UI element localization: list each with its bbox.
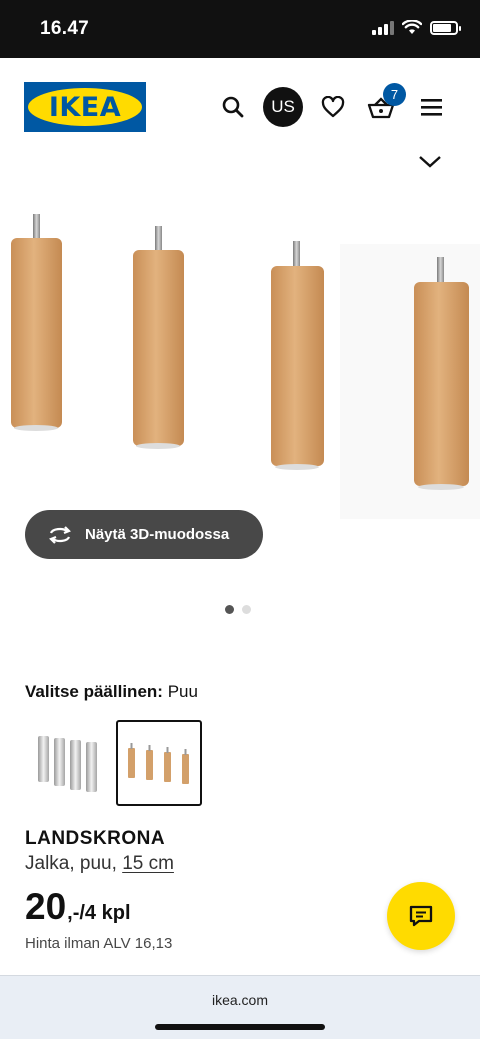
- browser-address-bar[interactable]: ikea.com: [0, 975, 480, 1039]
- price-excl-vat: Hinta ilman ALV 16,13: [25, 935, 173, 952]
- size-link[interactable]: 15 cm: [122, 853, 174, 874]
- price-main: 20: [25, 886, 67, 927]
- chevron-down-icon[interactable]: [418, 154, 442, 170]
- battery-icon: [430, 20, 461, 35]
- menu-icon[interactable]: [420, 97, 442, 117]
- variant-option-wood[interactable]: [116, 720, 202, 806]
- metal-legs-thumbnail: [38, 736, 97, 792]
- ikea-logo[interactable]: IKEA: [24, 82, 146, 132]
- carousel-dot[interactable]: [225, 605, 234, 614]
- wifi-icon: [402, 20, 422, 34]
- leg-3: [271, 241, 324, 470]
- product-price: 20 ,-/4 kpl: [25, 886, 131, 928]
- variant-option-metal[interactable]: [26, 720, 112, 806]
- url-text: ikea.com: [211, 992, 269, 1008]
- cart-count-badge: 7: [383, 83, 406, 106]
- leg-1: [11, 214, 62, 431]
- variant-selected-value: Puu: [167, 682, 198, 701]
- home-indicator[interactable]: [155, 1024, 325, 1030]
- product-name: LANDSKRONA: [25, 828, 166, 849]
- chat-icon: [409, 905, 433, 927]
- site-header: IKEA US 7: [0, 58, 480, 154]
- chat-button[interactable]: [387, 882, 455, 950]
- status-icons: [372, 20, 461, 35]
- cellular-signal-icon: [372, 20, 394, 35]
- view-3d-label: Näytä 3D-muodossa: [85, 526, 230, 543]
- price-suffix: ,-/4 kpl: [67, 902, 131, 924]
- rotate-icon: [49, 525, 71, 544]
- variant-selector-label: Valitse päällinen: Puu: [25, 682, 198, 701]
- product-gallery[interactable]: Näytä 3D-muodossa: [0, 154, 480, 624]
- product-description: Jalka, puu, 15 cm: [25, 853, 174, 874]
- heart-icon[interactable]: [319, 94, 347, 120]
- search-icon[interactable]: [220, 94, 246, 120]
- carousel-dots[interactable]: [225, 605, 251, 614]
- leg-2: [133, 226, 184, 449]
- status-time: 16.47: [40, 18, 90, 39]
- status-bar: 16.47: [0, 0, 480, 58]
- wood-legs-thumbnail: [128, 743, 189, 784]
- carousel-dot[interactable]: [242, 605, 251, 614]
- product-image: [11, 214, 480, 519]
- account-button[interactable]: US: [263, 87, 303, 127]
- leg-4: [414, 257, 469, 490]
- view-3d-button[interactable]: Näytä 3D-muodossa: [25, 510, 263, 559]
